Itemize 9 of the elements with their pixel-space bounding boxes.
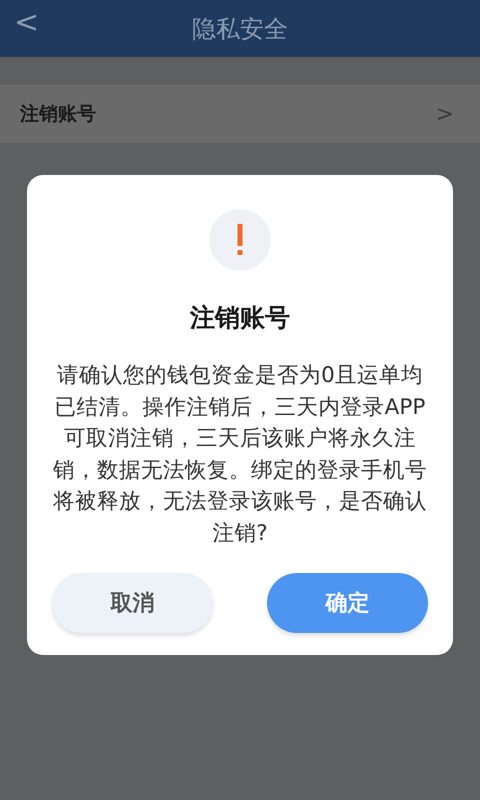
row-label: 注销账号: [20, 102, 96, 127]
settings-row[interactable]: 注销账号 >: [0, 85, 480, 143]
page-title: 隐私安全: [192, 14, 288, 44]
dialog-message: 请确认您的钱包资金是否为0且运单均已结清。操作注销后，三天内登录APP可取消注销，三天后该账户将永久注销，数据无法恢复。绑定的登录手机号将被释放，无法登录该账号，是否确认注销?: [52, 362, 428, 548]
confirm-button[interactable]: 确定: [267, 573, 428, 633]
cancel-button[interactable]: 取消: [52, 573, 213, 633]
back-button[interactable]: <: [14, 8, 40, 38]
dialog-title: 注销账号: [190, 302, 290, 334]
chevron: >: [436, 102, 454, 126]
